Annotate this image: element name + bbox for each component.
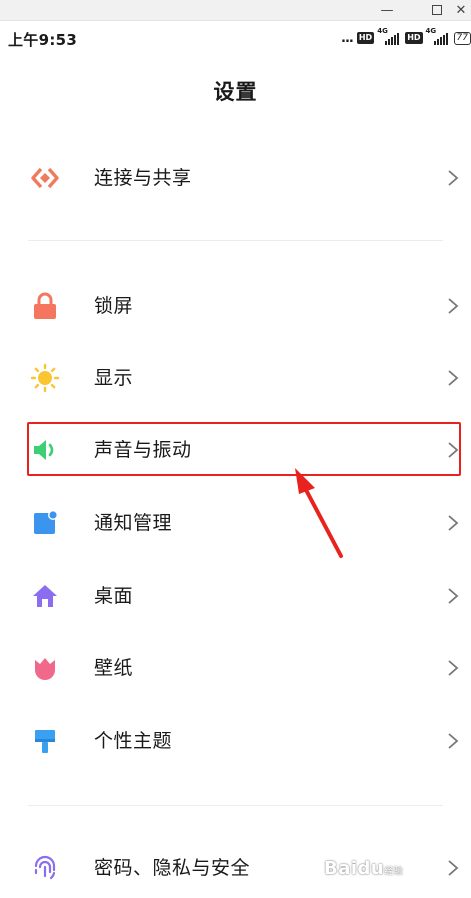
highlight-box [27, 422, 461, 476]
signal-icon-2: 4G [426, 27, 448, 46]
page-title: 设置 [213, 80, 258, 104]
chevron-right-icon [448, 170, 459, 186]
settings-item-label: 壁纸 [94, 657, 134, 679]
close-button[interactable]: ✕ [446, 0, 471, 20]
fingerprint-icon [30, 853, 60, 883]
annotation-arrow-icon [295, 468, 343, 558]
settings-item-theme[interactable]: 个性主题 [0, 711, 471, 771]
status-bar: 上午9:53 ... HD 4G HD 4G 77 [0, 20, 471, 56]
baidu-watermark: Baidu经验 [324, 858, 403, 879]
notification-icon [30, 508, 60, 538]
signal-icon: 4G [377, 27, 400, 46]
connection-share-icon [30, 163, 60, 193]
settings-item-label: 连接与共享 [94, 167, 192, 189]
section-divider [28, 805, 443, 806]
settings-item-connect-share[interactable]: 连接与共享 [0, 148, 471, 208]
battery-icon: 77 [453, 31, 471, 45]
window-title-bar: — ✕ [0, 0, 471, 21]
settings-item-desktop[interactable]: 桌面 [0, 566, 471, 626]
settings-item-label: 密码、隐私与安全 [94, 857, 251, 879]
settings-item-display[interactable]: 显示 [0, 348, 471, 408]
lock-icon [30, 291, 60, 321]
watermark-text: Baidu [324, 858, 385, 879]
chevron-right-icon [448, 370, 459, 386]
chevron-right-icon [448, 588, 459, 604]
chevron-right-icon [448, 660, 459, 676]
home-icon [30, 581, 60, 611]
chevron-right-icon [448, 733, 459, 749]
minimize-button[interactable]: — [372, 0, 402, 20]
settings-item-label: 桌面 [94, 585, 134, 607]
more-dots-icon: ... [341, 30, 354, 46]
chevron-right-icon [448, 515, 459, 531]
settings-item-label: 通知管理 [94, 512, 173, 534]
hd-badge: HD [356, 32, 375, 44]
status-icons: ... HD 4G HD 4G 77 [341, 27, 471, 46]
hd-badge-2: HD [405, 32, 423, 44]
section-divider [28, 240, 443, 241]
settings-item-wallpaper[interactable]: 壁纸 [0, 638, 471, 698]
chevron-right-icon [448, 860, 459, 876]
tulip-icon [30, 653, 60, 683]
watermark-sub: 经验 [384, 867, 404, 877]
chevron-right-icon [448, 298, 459, 314]
status-time: 上午9:53 [8, 31, 78, 49]
paintbrush-icon [30, 726, 60, 756]
sun-icon [30, 363, 60, 393]
settings-item-label: 锁屏 [94, 295, 134, 317]
settings-item-label: 显示 [94, 367, 134, 389]
settings-item-label: 个性主题 [94, 730, 173, 752]
maximize-icon [432, 5, 442, 15]
settings-item-notifications[interactable]: 通知管理 [0, 493, 471, 553]
settings-item-lock-screen[interactable]: 锁屏 [0, 276, 471, 336]
